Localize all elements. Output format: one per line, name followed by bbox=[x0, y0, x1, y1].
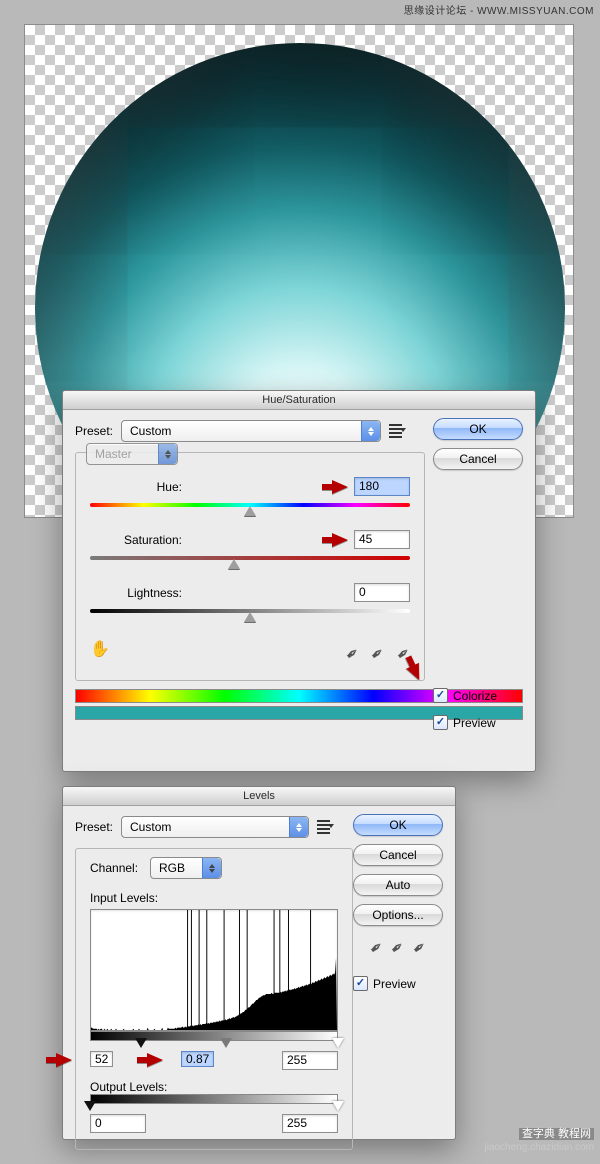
channel-select[interactable]: RGB bbox=[150, 857, 222, 879]
eyedropper-icon[interactable]: ✒ bbox=[341, 642, 364, 666]
hue-label: Hue: bbox=[90, 480, 190, 494]
ok-button[interactable]: OK bbox=[353, 814, 443, 836]
annotation-arrow bbox=[332, 480, 348, 494]
checkbox-icon bbox=[433, 688, 448, 703]
colorize-checkbox[interactable]: Colorize bbox=[433, 688, 523, 703]
lightness-input[interactable]: 0 bbox=[354, 583, 410, 602]
chevron-updown-icon bbox=[361, 421, 380, 441]
targeted-adjustment-icon[interactable]: ✋ bbox=[90, 639, 110, 659]
input-gamma-input[interactable]: 0.87 bbox=[181, 1051, 214, 1067]
preview-label: Preview bbox=[453, 716, 496, 730]
lightness-slider[interactable] bbox=[90, 606, 410, 616]
white-point-eyedropper-icon[interactable]: ✒ bbox=[408, 936, 431, 960]
checkbox-icon bbox=[433, 715, 448, 730]
slider-thumb[interactable] bbox=[228, 559, 240, 569]
eyedropper-subtract-icon[interactable]: ✒ bbox=[392, 642, 415, 666]
preview-checkbox[interactable]: Preview bbox=[433, 715, 523, 730]
dialog-buttons: OK Cancel Colorize Preview bbox=[433, 418, 523, 730]
annotation-arrow bbox=[56, 1053, 72, 1067]
channel-label: Channel: bbox=[90, 861, 150, 875]
gamma-handle[interactable] bbox=[220, 1038, 232, 1048]
preset-label: Preset: bbox=[75, 820, 113, 834]
input-levels-label: Input Levels: bbox=[90, 891, 158, 905]
input-levels-slider[interactable] bbox=[90, 1031, 338, 1045]
annotation-arrow bbox=[332, 533, 348, 547]
preset-value: Custom bbox=[122, 820, 179, 834]
channel-value: RGB bbox=[151, 861, 193, 875]
chevron-updown-icon bbox=[289, 817, 308, 837]
cancel-button[interactable]: Cancel bbox=[433, 448, 523, 470]
chevron-updown-icon bbox=[158, 444, 177, 464]
ok-button[interactable]: OK bbox=[433, 418, 523, 440]
saturation-slider[interactable] bbox=[90, 553, 410, 563]
preset-label: Preset: bbox=[75, 424, 113, 438]
slider-thumb[interactable] bbox=[244, 506, 256, 516]
checkbox-icon bbox=[353, 976, 368, 991]
options-button[interactable]: Options... bbox=[353, 904, 443, 926]
preset-select[interactable]: Custom bbox=[121, 420, 381, 442]
edit-channel-value: Master bbox=[87, 447, 140, 461]
black-point-handle[interactable] bbox=[135, 1038, 147, 1048]
white-point-handle[interactable] bbox=[332, 1038, 344, 1048]
preset-value: Custom bbox=[122, 424, 179, 438]
eyedropper-add-icon[interactable]: ✒ bbox=[366, 642, 389, 666]
preview-checkbox[interactable]: Preview bbox=[353, 976, 443, 991]
eyedropper-group: ✒ ✒ ✒ bbox=[346, 644, 410, 664]
watermark-bottom: 查字典 教程网 jiaocheng.chazidian.com bbox=[484, 1125, 594, 1153]
input-white-input[interactable]: 255 bbox=[282, 1051, 338, 1070]
watermark-top: 思缘设计论坛 - WWW.MISSYUAN.COM bbox=[404, 2, 594, 17]
dialog-buttons: OK Cancel Auto Options... ✒ ✒ ✒ Preview bbox=[353, 814, 443, 991]
hue-input[interactable]: 180 bbox=[354, 477, 410, 496]
colorize-label: Colorize bbox=[453, 689, 497, 703]
hue-saturation-dialog: Hue/Saturation OK Cancel Colorize Previe… bbox=[62, 390, 536, 772]
dialog-title: Hue/Saturation bbox=[63, 391, 535, 410]
slider-thumb[interactable] bbox=[244, 612, 256, 622]
annotation-arrow bbox=[147, 1053, 163, 1067]
output-black-handle[interactable] bbox=[84, 1101, 96, 1111]
output-white-handle[interactable] bbox=[332, 1101, 344, 1111]
edit-channel-select: Master bbox=[86, 443, 178, 465]
preset-menu-icon[interactable] bbox=[389, 424, 405, 438]
output-levels-slider[interactable] bbox=[90, 1094, 338, 1108]
histogram-svg bbox=[91, 910, 337, 1030]
preset-menu-icon[interactable] bbox=[317, 820, 333, 834]
output-levels-label: Output Levels: bbox=[90, 1080, 167, 1094]
chevron-updown-icon bbox=[202, 858, 221, 878]
levels-dialog: Levels OK Cancel Auto Options... ✒ ✒ ✒ P… bbox=[62, 786, 456, 1140]
input-black-input[interactable]: 52 bbox=[90, 1051, 113, 1067]
black-point-eyedropper-icon[interactable]: ✒ bbox=[365, 936, 388, 960]
gray-point-eyedropper-icon[interactable]: ✒ bbox=[386, 936, 409, 960]
lightness-label: Lightness: bbox=[90, 586, 190, 600]
dialog-title: Levels bbox=[63, 787, 455, 806]
auto-button[interactable]: Auto bbox=[353, 874, 443, 896]
histogram bbox=[90, 909, 338, 1031]
preset-select[interactable]: Custom bbox=[121, 816, 309, 838]
hue-slider[interactable] bbox=[90, 500, 410, 510]
preview-label: Preview bbox=[373, 977, 416, 991]
cancel-button[interactable]: Cancel bbox=[353, 844, 443, 866]
output-black-input[interactable]: 0 bbox=[90, 1114, 146, 1133]
output-white-input[interactable]: 255 bbox=[282, 1114, 338, 1133]
saturation-input[interactable]: 45 bbox=[354, 530, 410, 549]
saturation-label: Saturation: bbox=[90, 533, 190, 547]
